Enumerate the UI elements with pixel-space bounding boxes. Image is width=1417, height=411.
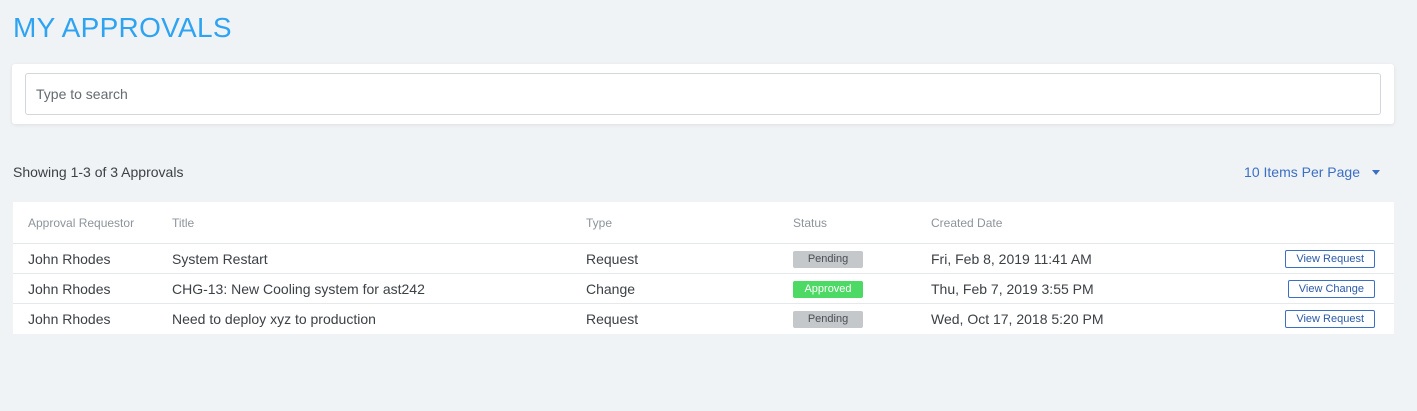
column-header-requestor[interactable]: Approval Requestor <box>13 202 172 244</box>
cell-created-date: Thu, Feb 7, 2019 3:55 PM <box>931 273 1231 304</box>
items-per-page-dropdown[interactable]: 10 Items Per Page <box>1244 163 1380 181</box>
cell-action: View Change <box>1231 273 1394 304</box>
approvals-table: Approval Requestor Title Type Status Cre… <box>13 202 1394 333</box>
cell-type: Request <box>586 310 639 327</box>
cell-status: Pending <box>793 243 931 274</box>
table-row: John Rhodes System Restart Request Pendi… <box>13 243 1394 274</box>
cell-created-date: Fri, Feb 8, 2019 11:41 AM <box>931 243 1231 274</box>
view-change-button[interactable]: View Change <box>1287 280 1375 298</box>
cell-title: System Restart <box>172 243 586 274</box>
results-count: Showing 1-3 of 3 Approvals <box>13 164 184 180</box>
cell-requestor: John Rhodes <box>28 310 111 327</box>
column-header-status[interactable]: Status <box>793 202 931 244</box>
caret-down-icon <box>1372 170 1380 175</box>
items-per-page-label: 10 Items Per Page <box>1244 164 1360 180</box>
page-title: MY APPROVALS <box>13 12 232 43</box>
search-panel <box>12 64 1394 124</box>
cell-action: View Request <box>1231 243 1394 274</box>
column-header-type[interactable]: Type <box>586 202 793 244</box>
cell-requestor: John Rhodes <box>13 243 172 274</box>
column-header-created-date[interactable]: Created Date <box>931 202 1231 244</box>
cell-title: Need to deploy xyz to production <box>172 310 376 327</box>
status-badge: Pending <box>793 311 863 328</box>
status-badge: Approved <box>793 281 863 298</box>
column-header-actions <box>1231 202 1394 244</box>
approvals-table-panel: Approval Requestor Title Type Status Cre… <box>13 202 1394 334</box>
search-input[interactable] <box>25 73 1381 115</box>
cell-created-date: Wed, Oct 17, 2018 5:20 PM <box>931 310 1104 327</box>
status-badge: Pending <box>793 251 863 268</box>
view-request-button[interactable]: View Request <box>1285 310 1375 328</box>
cell-type: Change <box>586 273 793 304</box>
column-header-title[interactable]: Title <box>172 202 586 244</box>
table-header-row: Approval Requestor Title Type Status Cre… <box>13 202 1394 244</box>
cell-title: CHG-13: New Cooling system for ast242 <box>172 273 586 304</box>
cell-status: Pending <box>793 304 931 334</box>
cell-action: View Request <box>1231 304 1394 334</box>
table-row: John Rhodes CHG-13: New Cooling system f… <box>13 273 1394 304</box>
cell-type: Request <box>586 243 793 274</box>
table-row: John Rhodes Need to deploy xyz to produc… <box>13 304 1394 334</box>
cell-status: Approved <box>793 273 931 304</box>
view-request-button[interactable]: View Request <box>1285 250 1375 268</box>
cell-requestor: John Rhodes <box>13 273 172 304</box>
